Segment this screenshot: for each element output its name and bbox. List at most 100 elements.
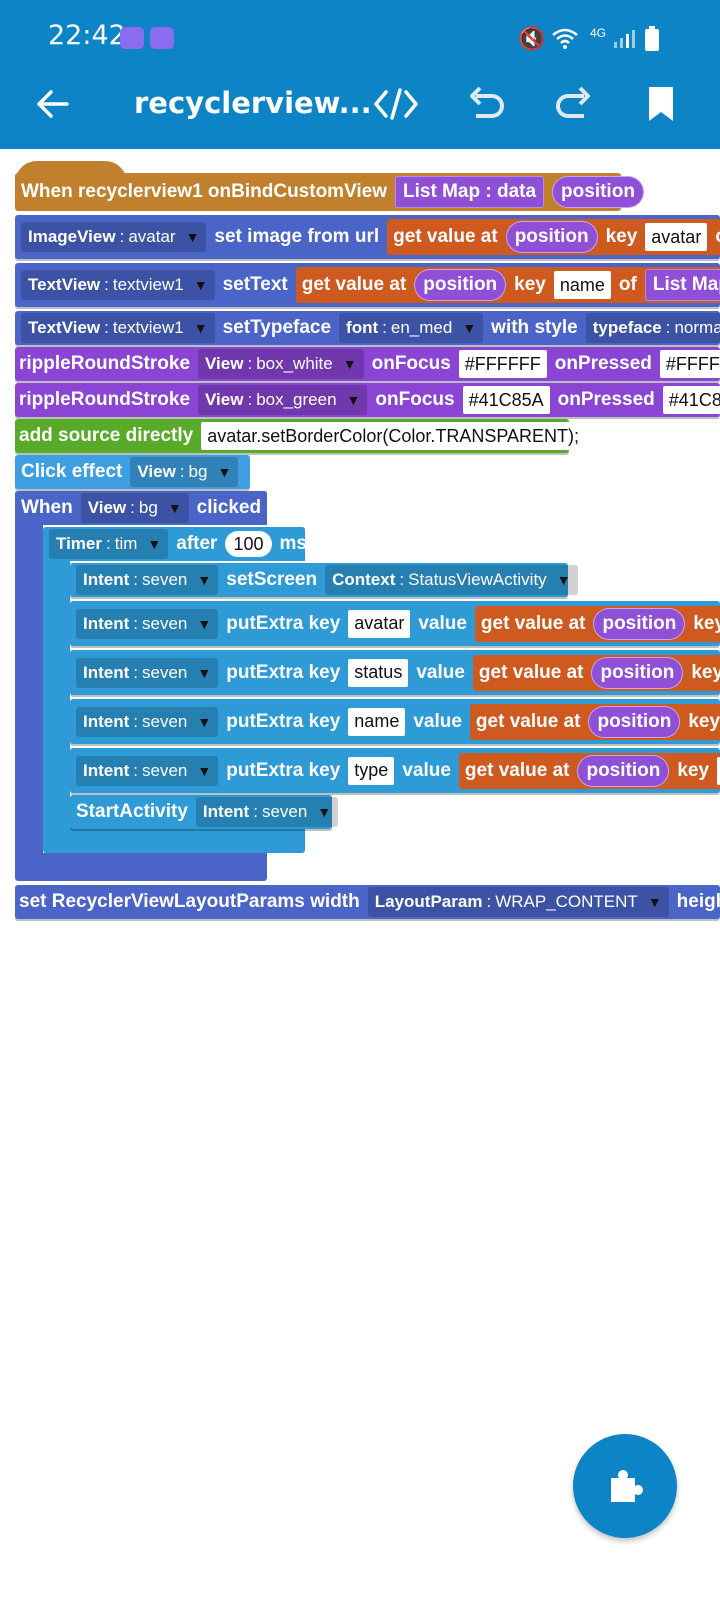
dropdown-arrow-icon: ▼	[342, 356, 357, 372]
intent-putextra-block[interactable]: Intent: seven ▼ putExtra key avatar value …	[70, 601, 720, 646]
position-variable[interactable]: position	[505, 221, 598, 253]
focus-color-field[interactable]: #FFFFFF	[458, 350, 547, 378]
signal-icon	[614, 30, 635, 48]
set-layout-params-block[interactable]: set RecyclerViewLayoutParams width Layou…	[15, 885, 720, 919]
redo-button[interactable]	[550, 81, 598, 127]
when-clicked-block[interactable]: When View: bg ▼ clicked	[15, 491, 267, 525]
intent-putextra-block[interactable]: Intent: seven ▼ putExtra key status value …	[70, 650, 720, 695]
component-dropdown[interactable]: ImageView: avatar ▼	[21, 222, 207, 252]
timer-dropdown[interactable]: Timer: tim ▼	[49, 529, 169, 559]
add-block-fab[interactable]	[573, 1434, 677, 1538]
event-block-onbindcustomview[interactable]: When recyclerview1 onBindCustomView List…	[15, 173, 644, 211]
get-value-block[interactable]: get value at position key ty	[458, 752, 720, 789]
source-code-field[interactable]: avatar.setBorderColor(Color.TRANSPARENT)…	[201, 422, 586, 450]
click-effect-block[interactable]: Click effect View: bg ▼	[15, 455, 250, 489]
intent-dropdown[interactable]: Intent: seven ▼	[76, 657, 219, 688]
dropdown-arrow-icon: ▼	[197, 664, 212, 681]
component-dropdown[interactable]: TextView: textview1 ▼	[21, 270, 215, 300]
key-field[interactable]: avatar	[645, 223, 708, 251]
layoutparam-dropdown[interactable]: LayoutParam: WRAP_CONTENT ▼	[367, 887, 669, 917]
timer-block[interactable]: Timer: tim ▼ after 100 ms	[43, 527, 307, 561]
listmap-variable[interactable]: List Map	[644, 269, 720, 301]
delay-field[interactable]: 100	[225, 531, 272, 557]
code-button[interactable]	[372, 81, 420, 127]
dropdown-arrow-icon: ▼	[167, 500, 182, 516]
dropdown-arrow-icon: ▼	[197, 713, 212, 730]
block-canvas[interactable]: When recyclerview1 onBindCustomView List…	[0, 149, 720, 1600]
typeface-dropdown[interactable]: typeface:normal	[585, 313, 720, 343]
position-param[interactable]: position	[552, 176, 644, 208]
undo-button[interactable]	[462, 81, 510, 127]
mute-icon: 🔇	[518, 26, 546, 51]
intent-putextra-block[interactable]: Intent: seven ▼ putExtra key name value ge…	[70, 699, 720, 744]
textview-settext-block[interactable]: TextView: textview1 ▼ setText get value at…	[15, 263, 720, 307]
block-action-label: add source directly	[19, 425, 194, 446]
block-action-label: set image from url	[214, 226, 380, 247]
view-dropdown[interactable]: View: box_green ▼	[198, 385, 368, 415]
font-dropdown[interactable]: font: en_med ▼	[339, 313, 484, 343]
block-action-label: rippleRoundStroke	[19, 389, 191, 410]
code-icon	[374, 88, 418, 120]
intent-dropdown[interactable]: Intent: seven ▼	[76, 565, 219, 595]
position-variable[interactable]: position	[588, 705, 681, 738]
ripple-round-stroke-block[interactable]: rippleRoundStroke View: box_white ▼ onFocu…	[15, 347, 720, 381]
component-dropdown[interactable]: TextView: textview1 ▼	[21, 313, 215, 343]
dropdown-arrow-icon: ▼	[197, 762, 212, 779]
ripple-round-stroke-block[interactable]: rippleRoundStroke View: box_green ▼ onFocu…	[15, 383, 720, 417]
intent-dropdown[interactable]: Intent: seven ▼	[195, 797, 339, 827]
get-value-block[interactable]: get value at position key avatar of	[387, 219, 720, 255]
battery-icon	[645, 26, 659, 51]
dropdown-arrow-icon: ▼	[317, 804, 332, 820]
wifi-icon	[552, 28, 578, 49]
view-dropdown[interactable]: View: box_white ▼	[198, 349, 364, 379]
extra-key-field[interactable]: type	[348, 756, 395, 785]
extra-key-field[interactable]: name	[348, 707, 406, 736]
block-action-label: Click effect	[21, 461, 123, 482]
arrow-left-icon	[37, 90, 69, 118]
redo-icon	[556, 86, 590, 118]
listmap-param[interactable]: List Map : data	[395, 176, 545, 208]
intent-putextra-block[interactable]: Intent: seven ▼ putExtra key type value ge…	[70, 748, 720, 793]
block-action-label: rippleRoundStroke	[19, 353, 191, 374]
back-button[interactable]	[28, 81, 76, 127]
dropdown-arrow-icon: ▼	[185, 229, 200, 245]
view-dropdown[interactable]: View: bg ▼	[130, 457, 239, 487]
position-variable[interactable]: position	[577, 754, 670, 787]
focus-color-field[interactable]: #41C85A	[462, 386, 550, 414]
get-value-block[interactable]: get value at position key	[472, 654, 720, 691]
dropdown-arrow-icon: ▼	[217, 464, 232, 480]
add-source-block[interactable]: add source directly avatar.setBorderColo…	[15, 419, 586, 453]
bookmark-button[interactable]	[637, 81, 685, 127]
start-activity-block[interactable]: StartActivity Intent: seven ▼	[70, 795, 339, 829]
dropdown-arrow-icon: ▼	[556, 572, 571, 588]
puzzle-icon	[611, 1470, 643, 1502]
intent-dropdown[interactable]: Intent: seven ▼	[76, 755, 219, 786]
intent-setscreen-block[interactable]: Intent: seven ▼ setScreen Context: StatusVi…	[70, 563, 578, 597]
pressed-color-field[interactable]: #41C85A	[662, 386, 720, 414]
position-variable[interactable]: position	[593, 607, 686, 640]
dropdown-arrow-icon: ▼	[462, 320, 477, 336]
pressed-color-field[interactable]: #FFFFFF	[659, 350, 720, 378]
view-dropdown[interactable]: View: bg ▼	[80, 493, 189, 523]
get-value-block[interactable]: get value at position key n	[469, 703, 720, 740]
get-value-block[interactable]: get value at position key	[474, 605, 720, 642]
position-variable[interactable]: position	[591, 656, 684, 689]
with-style-label: with style	[491, 317, 578, 338]
intent-dropdown[interactable]: Intent: seven ▼	[76, 608, 219, 639]
dropdown-arrow-icon: ▼	[147, 536, 162, 552]
event-label: When recyclerview1 onBindCustomView	[21, 181, 388, 202]
get-value-block[interactable]: get value at position key name of List M…	[295, 267, 720, 303]
extra-key-field[interactable]: avatar	[348, 609, 411, 638]
dropdown-arrow-icon: ▼	[193, 277, 208, 293]
dropdown-arrow-icon: ▼	[647, 894, 662, 910]
intent-dropdown[interactable]: Intent: seven ▼	[76, 706, 219, 737]
context-dropdown[interactable]: Context: StatusViewActivity ▼	[325, 565, 578, 595]
textview-settypeface-block[interactable]: TextView: textview1 ▼ setTypeface font: en_…	[15, 311, 720, 345]
key-field[interactable]: name	[553, 271, 611, 299]
imageview-set-image-block[interactable]: ImageView: avatar ▼ set image from url get…	[15, 215, 720, 259]
block-action-label: setText	[222, 274, 288, 295]
extra-key-field[interactable]: status	[348, 658, 409, 687]
position-variable[interactable]: position	[414, 269, 507, 301]
link-icon	[150, 27, 174, 49]
page-title: recyclerview...	[134, 86, 372, 120]
